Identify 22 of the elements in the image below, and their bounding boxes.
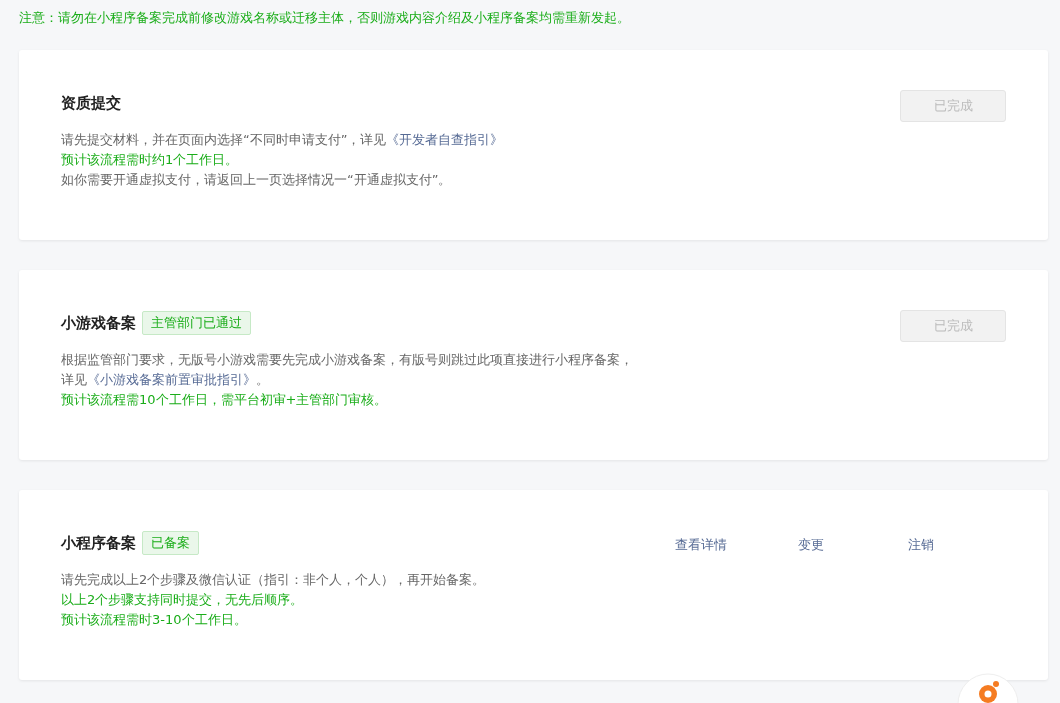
estimate-text: 预计该流程需时约1个工作日。 bbox=[61, 152, 239, 167]
estimate-text: 以上2个步骤支持同时提交，无先后顺序。 bbox=[61, 592, 304, 607]
description-text: 请先完成以上2个步骤及微信认证（指引：非个人，个人），再开始备案。 bbox=[61, 572, 486, 587]
guide-link[interactable]: 《小游戏备案前置审批指引》 bbox=[87, 372, 256, 387]
status-tag: 主管部门已通过 bbox=[142, 311, 251, 335]
description-text: 详见 bbox=[61, 372, 87, 387]
estimate-text: 预计该流程需10个工作日，需平台初审+主管部门审核。 bbox=[61, 392, 388, 407]
step-title: 资质提交 bbox=[61, 93, 121, 113]
step-title: 小程序备案 bbox=[61, 533, 136, 553]
notice-text: 注意：请勿在小程序备案完成前修改游戏名称或迁移主体，否则游戏内容介绍及小程序备案均需重新发起。 bbox=[18, 9, 631, 27]
guide-link[interactable]: 《开发者自查指引》 bbox=[386, 132, 504, 147]
description-text: 请先提交材料，并在页面内选择“不同时申请支付”，详见 bbox=[61, 132, 387, 147]
action-link[interactable]: 注销 bbox=[866, 536, 976, 556]
description-text: 如你需要开通虚拟支付，请返回上一页选择情况一“开通虚拟支付”。 bbox=[61, 172, 452, 187]
action-link[interactable]: 查看详情 bbox=[646, 536, 756, 556]
status-tag: 已备案 bbox=[142, 531, 199, 555]
help-float-icon[interactable] bbox=[956, 672, 1020, 703]
estimate-text: 预计该流程需时3-10个工作日。 bbox=[61, 612, 247, 627]
description-text: 根据监管部门要求，无版号小游戏需要先完成小游戏备案，有版号则跳过此项直接进行小程序备案， bbox=[61, 352, 633, 367]
action-link[interactable]: 变更 bbox=[756, 536, 866, 556]
step-title: 小游戏备案 bbox=[61, 313, 136, 333]
description-text: 。 bbox=[256, 372, 269, 387]
